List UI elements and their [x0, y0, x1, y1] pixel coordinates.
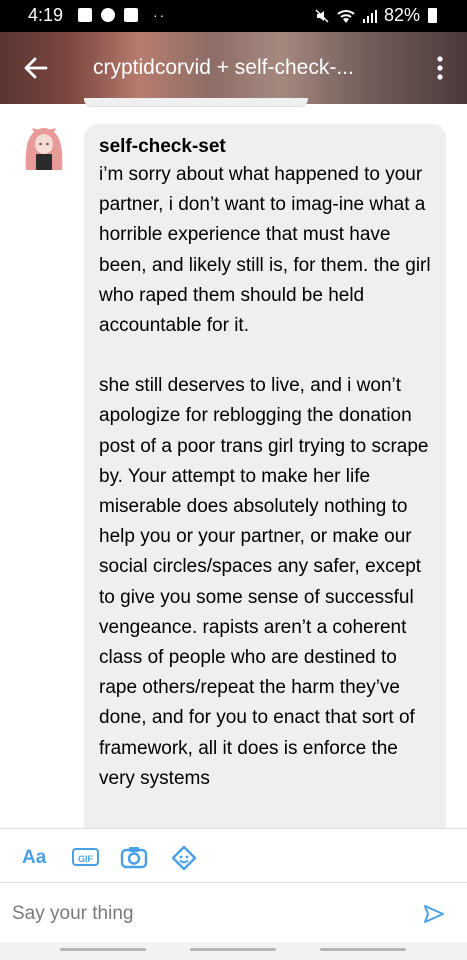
nav-recents-button[interactable]	[60, 948, 146, 951]
battery-percent: 82%	[383, 5, 420, 25]
more-vertical-icon[interactable]	[435, 54, 445, 82]
facebook-icon	[78, 8, 92, 22]
folder-icon	[124, 8, 138, 22]
message-input-bar: Say your thing	[0, 882, 467, 943]
wifi-icon	[337, 9, 355, 23]
conversation-header: cryptidcorvid + self-check-...	[0, 32, 467, 104]
message-input[interactable]: Say your thing	[12, 903, 133, 925]
avatar[interactable]	[22, 122, 66, 170]
signal-icon	[362, 9, 377, 23]
message-bubble: self-check-set i’m sorry about what happ…	[84, 124, 446, 844]
send-icon[interactable]	[423, 903, 445, 925]
mute-icon	[315, 8, 329, 23]
pinterest-icon	[101, 8, 115, 22]
nav-home-button[interactable]	[190, 948, 276, 951]
gif-button[interactable]: GIF	[72, 848, 99, 866]
back-arrow-icon[interactable]	[22, 54, 50, 82]
status-time: 4:19	[28, 5, 64, 25]
sender-name[interactable]: self-check-set	[99, 136, 226, 158]
battery-icon	[428, 8, 437, 23]
text-format-button[interactable]: Aa	[22, 847, 46, 869]
message-paragraph: she still deserves to live, and i won’t …	[99, 375, 429, 789]
system-nav-bar	[0, 942, 467, 960]
camera-icon[interactable]	[120, 845, 148, 869]
previous-message-edge	[84, 98, 308, 106]
more-notifications-icon: ··	[153, 7, 167, 23]
message-paragraph: i’m sorry about what happened to your pa…	[99, 164, 431, 337]
nav-back-button[interactable]	[320, 948, 406, 951]
sticker-icon[interactable]	[170, 844, 198, 872]
status-bar: 4:19 ·· 82%	[0, 0, 467, 32]
composer-toolbar: Aa GIF	[0, 828, 467, 883]
conversation-title[interactable]: cryptidcorvid + self-check-...	[93, 56, 354, 80]
message-text: i’m sorry about what happened to your pa…	[99, 160, 439, 794]
